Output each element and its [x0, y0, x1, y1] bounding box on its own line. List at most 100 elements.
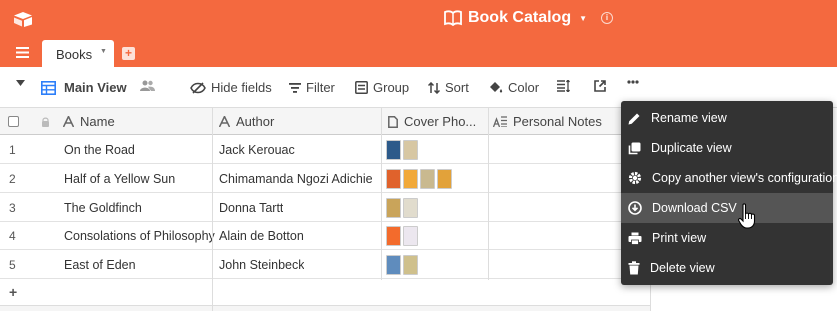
- row-number: 5: [9, 258, 16, 272]
- row-number: 1: [9, 143, 16, 157]
- cell-author[interactable]: Donna Tartt: [219, 194, 283, 222]
- menu-item-download-csv[interactable]: Download CSV: [621, 193, 833, 223]
- sort-button[interactable]: Sort: [428, 80, 469, 95]
- more-horizontal-icon: [627, 80, 639, 84]
- cell-name[interactable]: The Goldfinch: [64, 194, 142, 222]
- cell-author[interactable]: Chimamanda Ngozi Adichie: [219, 165, 373, 193]
- view-options-menu: Rename view Duplicate view Copy another …: [621, 101, 837, 285]
- add-table-plus-icon[interactable]: +: [122, 47, 135, 60]
- hide-fields-button[interactable]: Hide fields: [190, 80, 272, 95]
- row-number: 4: [9, 229, 16, 243]
- cover-thumbnail[interactable]: [437, 169, 452, 189]
- text-field-icon: [219, 116, 230, 127]
- share-icon: [594, 80, 606, 92]
- column-header-author[interactable]: Author: [219, 108, 379, 135]
- table-tab-bar: Books ▼ +: [0, 39, 837, 67]
- book-icon: [444, 10, 462, 26]
- menu-item-duplicate-view[interactable]: Duplicate view: [621, 133, 833, 163]
- cell-name[interactable]: East of Eden: [64, 251, 136, 279]
- group-button[interactable]: Group: [355, 80, 409, 95]
- top-bar: Book Catalog ▼ i: [0, 0, 837, 39]
- cover-thumbnail[interactable]: [403, 140, 418, 160]
- cell-name[interactable]: On the Road: [64, 136, 135, 164]
- menu-item-label: Delete view: [650, 261, 715, 275]
- more-options-button[interactable]: [627, 80, 639, 84]
- share-view-button[interactable]: [594, 80, 606, 92]
- download-icon: [628, 201, 642, 215]
- cell-name[interactable]: Half of a Yellow Sun: [64, 165, 175, 193]
- filter-button[interactable]: Filter: [289, 80, 335, 95]
- sort-label: Sort: [445, 80, 469, 95]
- long-text-field-icon: [493, 116, 507, 127]
- info-icon[interactable]: i: [601, 12, 614, 24]
- cover-thumbnail[interactable]: [403, 255, 418, 275]
- menu-item-delete-view[interactable]: Delete view: [621, 253, 833, 283]
- column-divider: [488, 108, 489, 280]
- cover-thumbnail[interactable]: [386, 255, 401, 275]
- cell-cover-photos[interactable]: [386, 222, 418, 250]
- base-name: Book Catalog: [467, 9, 572, 26]
- cell-cover-photos[interactable]: [386, 251, 418, 279]
- add-record-plus-icon[interactable]: +: [9, 284, 17, 300]
- cell-cover-photos[interactable]: [386, 136, 418, 164]
- attachment-field-icon: [388, 115, 398, 128]
- cover-thumbnail[interactable]: [403, 198, 418, 218]
- grid-footer: [0, 305, 651, 311]
- grid-view-icon: [41, 80, 56, 95]
- table-row[interactable]: 4 Consolations of Philosophy Alain de Bo…: [0, 222, 651, 250]
- table-row[interactable]: 2 Half of a Yellow Sun Chimamanda Ngozi …: [0, 165, 651, 193]
- trash-icon: [628, 261, 640, 275]
- cover-thumbnail[interactable]: [386, 169, 401, 189]
- column-header-cover-photo[interactable]: Cover Pho...: [388, 108, 486, 135]
- cell-cover-photos[interactable]: [386, 194, 418, 222]
- grid-header: Name Author Cover Pho... Personal Notes: [0, 108, 651, 135]
- chevron-down-icon[interactable]: ▼: [579, 14, 587, 23]
- column-label: Personal Notes: [513, 114, 602, 129]
- collaborators-icon[interactable]: [140, 80, 155, 91]
- menu-item-rename-view[interactable]: Rename view: [621, 103, 833, 133]
- pencil-icon: [628, 113, 640, 124]
- row-height-button[interactable]: [557, 80, 570, 92]
- cover-thumbnail[interactable]: [386, 140, 401, 160]
- cell-cover-photos[interactable]: [386, 165, 452, 193]
- duplicate-icon: [628, 142, 641, 154]
- cell-author[interactable]: Alain de Botton: [219, 222, 304, 250]
- cell-author[interactable]: John Steinbeck: [219, 251, 304, 279]
- view-name: Main View: [64, 80, 127, 95]
- select-all-checkbox[interactable]: [8, 108, 19, 135]
- table-row[interactable]: 5 East of Eden John Steinbeck: [0, 251, 651, 279]
- cover-thumbnail[interactable]: [386, 226, 401, 246]
- caret-down-icon: [16, 80, 25, 86]
- lock-icon: [41, 108, 50, 135]
- column-divider: [381, 108, 382, 280]
- cover-thumbnail[interactable]: [403, 226, 418, 246]
- column-label: Name: [80, 114, 115, 129]
- base-title[interactable]: Book Catalog ▼ i: [0, 9, 837, 27]
- table-row[interactable]: 3 The Goldfinch Donna Tartt: [0, 194, 651, 222]
- people-icon: [140, 80, 155, 91]
- cover-thumbnail[interactable]: [403, 169, 418, 189]
- column-header-name[interactable]: Name: [63, 108, 208, 135]
- paint-bucket-icon: [490, 82, 503, 93]
- cell-name[interactable]: Consolations of Philosophy: [64, 222, 215, 250]
- tab-books-label: Books: [56, 47, 93, 62]
- cell-author[interactable]: Jack Kerouac: [219, 136, 295, 164]
- tab-books[interactable]: Books ▼: [42, 40, 114, 67]
- table-row[interactable]: 1 On the Road Jack Kerouac: [0, 136, 651, 164]
- column-label: Author: [236, 114, 275, 129]
- row-height-icon: [557, 80, 570, 92]
- filter-icon: [289, 82, 301, 93]
- view-name-button[interactable]: Main View: [41, 80, 127, 95]
- menu-item-copy-configuration[interactable]: Copy another view's configuration: [621, 163, 837, 193]
- menu-item-print-view[interactable]: Print view: [621, 223, 833, 253]
- cover-thumbnail[interactable]: [386, 198, 401, 218]
- view-switcher-caret[interactable]: [16, 80, 25, 86]
- cover-thumbnail[interactable]: [420, 169, 435, 189]
- row-number: 2: [9, 172, 16, 186]
- color-button[interactable]: Color: [488, 80, 539, 95]
- hamburger-menu-icon[interactable]: [16, 47, 29, 58]
- tab-caret-icon[interactable]: ▼: [100, 48, 107, 55]
- gear-icon: [628, 171, 642, 185]
- group-icon: [355, 81, 368, 94]
- color-label: Color: [508, 80, 540, 95]
